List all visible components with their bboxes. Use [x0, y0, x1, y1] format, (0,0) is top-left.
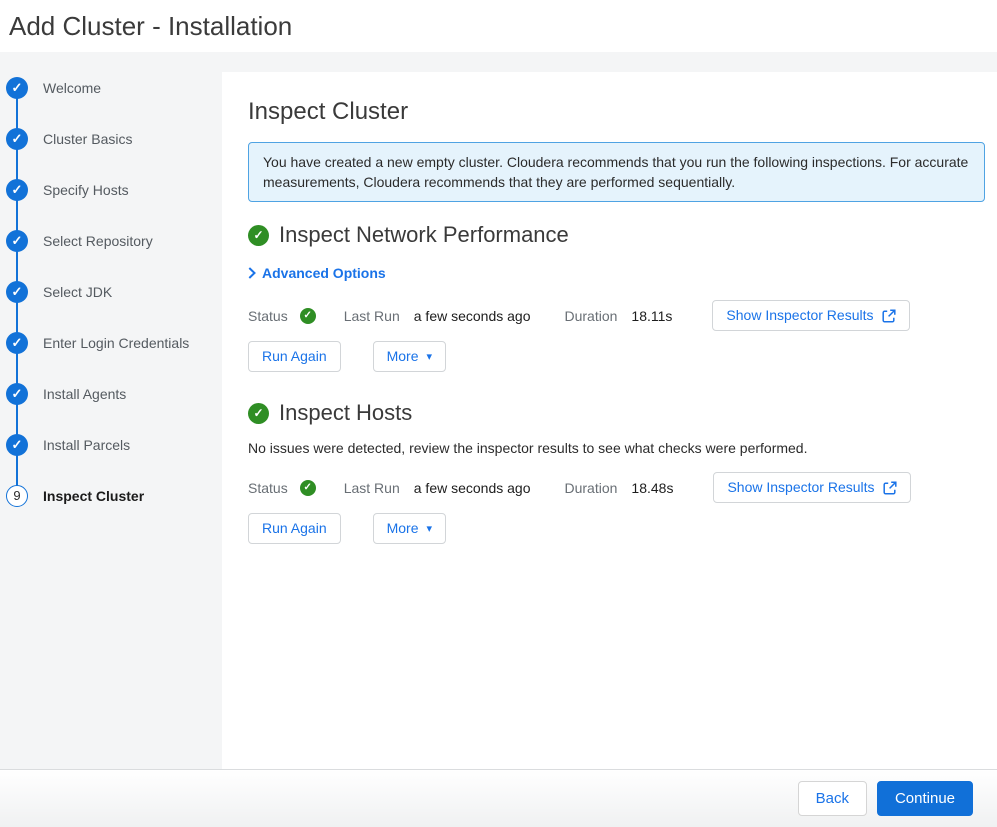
step-label: Enter Login Credentials — [43, 335, 189, 351]
last-run-label: Last Run — [344, 480, 400, 496]
status-label: Status — [248, 308, 288, 324]
step-label: Install Agents — [43, 386, 126, 402]
more-label: More — [387, 348, 419, 365]
step-inspect-cluster[interactable]: 9 Inspect Cluster — [0, 470, 222, 521]
section-description: No issues were detected, review the insp… — [248, 440, 985, 456]
section-heading: ✓ Inspect Hosts — [248, 400, 985, 426]
last-run-label: Last Run — [344, 308, 400, 324]
run-again-button[interactable]: Run Again — [248, 513, 341, 544]
chevron-right-icon — [248, 267, 256, 279]
page-header: Add Cluster - Installation — [0, 0, 997, 52]
wizard-stepper: ✓ Welcome ✓ Cluster Basics ✓ Specify Hos… — [0, 52, 222, 769]
status-success-icon: ✓ — [300, 480, 316, 496]
last-run-value: a few seconds ago — [414, 480, 531, 496]
section-inspect-network-performance: ✓ Inspect Network Performance Advanced O… — [248, 222, 985, 372]
more-button[interactable]: More ▾ — [373, 513, 446, 544]
step-specify-hosts[interactable]: ✓ Specify Hosts — [0, 164, 222, 215]
last-run-value: a few seconds ago — [414, 308, 531, 324]
step-complete-check-icon: ✓ — [6, 179, 28, 201]
show-inspector-results-label: Show Inspector Results — [727, 479, 874, 496]
step-complete-check-icon: ✓ — [6, 230, 28, 252]
step-complete-check-icon: ✓ — [6, 434, 28, 456]
show-inspector-results-button[interactable]: Show Inspector Results — [713, 472, 910, 503]
wizard-footer: Back Continue — [0, 769, 997, 827]
external-link-icon — [882, 309, 896, 323]
duration-value: 18.11s — [631, 308, 672, 324]
advanced-options-link[interactable]: Advanced Options — [248, 265, 386, 281]
step-enter-login-credentials[interactable]: ✓ Enter Login Credentials — [0, 317, 222, 368]
caret-down-icon: ▾ — [427, 524, 433, 534]
info-alert: You have created a new empty cluster. Cl… — [248, 142, 985, 202]
duration-label: Duration — [565, 480, 618, 496]
step-install-agents[interactable]: ✓ Install Agents — [0, 368, 222, 419]
status-row: Status ✓ Last Run a few seconds ago Dura… — [248, 300, 985, 331]
success-check-icon: ✓ — [248, 225, 269, 246]
show-inspector-results-button[interactable]: Show Inspector Results — [712, 300, 909, 331]
continue-button[interactable]: Continue — [877, 781, 973, 816]
step-welcome[interactable]: ✓ Welcome — [0, 62, 222, 113]
section-title: Inspect Network Performance — [279, 222, 569, 248]
page-title: Add Cluster - Installation — [9, 11, 292, 42]
duration-label: Duration — [565, 308, 618, 324]
step-complete-check-icon: ✓ — [6, 128, 28, 150]
run-again-label: Run Again — [262, 348, 327, 365]
status-label: Status — [248, 480, 288, 496]
step-label: Cluster Basics — [43, 131, 132, 147]
step-select-repository[interactable]: ✓ Select Repository — [0, 215, 222, 266]
step-complete-check-icon: ✓ — [6, 383, 28, 405]
advanced-options-label: Advanced Options — [262, 265, 386, 281]
section-heading: ✓ Inspect Network Performance — [248, 222, 985, 248]
step-complete-check-icon: ✓ — [6, 77, 28, 99]
more-label: More — [387, 520, 419, 537]
step-complete-check-icon: ✓ — [6, 281, 28, 303]
info-alert-text: You have created a new empty cluster. Cl… — [263, 154, 968, 190]
duration-value: 18.48s — [631, 480, 673, 496]
action-buttons-row: Run Again More ▾ — [248, 341, 985, 372]
step-complete-check-icon: ✓ — [6, 332, 28, 354]
show-inspector-results-label: Show Inspector Results — [726, 307, 873, 324]
step-label: Specify Hosts — [43, 182, 129, 198]
action-buttons-row: Run Again More ▾ — [248, 513, 985, 544]
step-label: Select Repository — [43, 233, 153, 249]
step-cluster-basics[interactable]: ✓ Cluster Basics — [0, 113, 222, 164]
content-heading: Inspect Cluster — [248, 98, 985, 126]
back-button[interactable]: Back — [798, 781, 867, 816]
more-button[interactable]: More ▾ — [373, 341, 446, 372]
step-select-jdk[interactable]: ✓ Select JDK — [0, 266, 222, 317]
step-label: Install Parcels — [43, 437, 130, 453]
caret-down-icon: ▾ — [427, 352, 433, 362]
step-number-marker: 9 — [6, 485, 28, 507]
step-label: Welcome — [43, 80, 101, 96]
wizard-body: ✓ Welcome ✓ Cluster Basics ✓ Specify Hos… — [0, 52, 997, 769]
step-label: Select JDK — [43, 284, 112, 300]
external-link-icon — [883, 481, 897, 495]
section-inspect-hosts: ✓ Inspect Hosts No issues were detected,… — [248, 400, 985, 544]
step-install-parcels[interactable]: ✓ Install Parcels — [0, 419, 222, 470]
status-success-icon: ✓ — [300, 308, 316, 324]
run-again-label: Run Again — [262, 520, 327, 537]
run-again-button[interactable]: Run Again — [248, 341, 341, 372]
content-panel: Inspect Cluster You have created a new e… — [222, 72, 997, 769]
step-label: Inspect Cluster — [43, 488, 144, 504]
status-row: Status ✓ Last Run a few seconds ago Dura… — [248, 472, 985, 503]
section-title: Inspect Hosts — [279, 400, 412, 426]
success-check-icon: ✓ — [248, 403, 269, 424]
